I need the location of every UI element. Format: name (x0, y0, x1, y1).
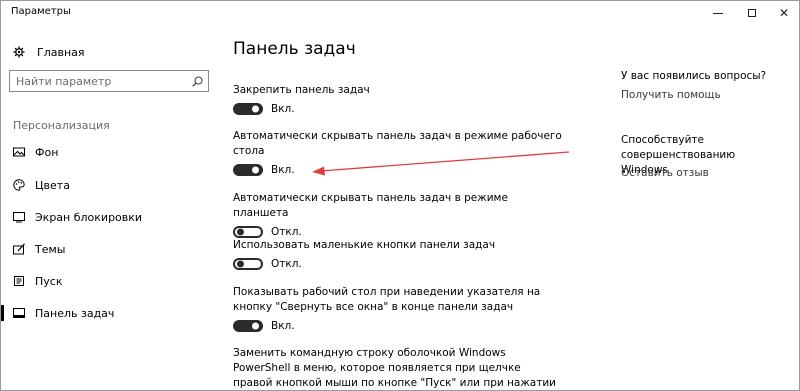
sidebar-item-label: Экран блокировки (35, 210, 143, 224)
title-bar: Параметры ✕ (1, 1, 799, 25)
window-title: Параметры (11, 6, 71, 17)
small-buttons-toggle[interactable] (233, 258, 263, 270)
close-icon: ✕ (778, 6, 790, 20)
setting-powershell: Заменить командную строку оболочкой Wind… (233, 346, 563, 390)
main-content: Панель задач Закрепить панель задач Вкл.… (233, 25, 593, 390)
sidebar-item-lock-screen[interactable]: Экран блокировки (13, 206, 142, 228)
taskbar-icon (13, 308, 25, 318)
setting-lock-taskbar: Закрепить панель задач Вкл. (233, 83, 563, 115)
setting-label: Автоматически скрывать панель задач в ре… (233, 192, 508, 219)
gear-icon (13, 46, 25, 58)
setting-peek-desktop: Показывать рабочий стол при наведении ук… (233, 285, 563, 332)
get-help-link[interactable]: Получить помощь (621, 89, 721, 101)
lock-taskbar-toggle[interactable] (233, 103, 263, 115)
sidebar: Главная Найти параметр Персонализация Фо… (1, 25, 221, 390)
sidebar-item-background[interactable]: Фон (13, 141, 58, 163)
maximize-icon (748, 9, 756, 17)
sidebar-item-start[interactable]: Пуск (13, 270, 62, 292)
settings-window: Параметры ✕ Главная Найти параметр Персо… (0, 0, 800, 391)
toggle-state: Откл. (271, 258, 302, 270)
autohide-tablet-toggle[interactable] (233, 226, 263, 238)
toggle-state: Откл. (271, 226, 302, 238)
sidebar-item-label: Темы (35, 242, 66, 256)
close-button[interactable]: ✕ (767, 1, 799, 25)
palette-icon (13, 179, 25, 191)
questions-heading: У вас появились вопросы? (621, 70, 767, 82)
setting-label: Показывать рабочий стол при наведении ук… (233, 286, 541, 313)
lock-screen-icon (13, 212, 25, 223)
start-icon (14, 276, 24, 286)
setting-label: Закрепить панель задач (233, 84, 370, 96)
sidebar-item-label: Цвета (35, 178, 70, 192)
search-placeholder: Найти параметр (16, 74, 112, 88)
sidebar-item-taskbar[interactable]: Панель задач (1, 302, 115, 324)
picture-icon (13, 147, 25, 157)
sidebar-item-label: Фон (35, 145, 59, 159)
minimize-icon (713, 12, 723, 14)
autohide-desktop-toggle[interactable] (233, 164, 263, 176)
minimize-button[interactable] (701, 1, 735, 25)
setting-autohide-tablet: Автоматически скрывать панель задач в ре… (233, 191, 563, 238)
feedback-link[interactable]: Оставить отзыв (621, 167, 709, 179)
search-button[interactable] (186, 71, 208, 91)
page-title: Панель задач (233, 39, 356, 59)
sidebar-item-colors[interactable]: Цвета (13, 174, 70, 196)
setting-label: Использовать маленькие кнопки панели зад… (233, 239, 496, 251)
search-icon (191, 75, 203, 87)
peek-desktop-toggle[interactable] (233, 320, 263, 332)
toggle-state: Вкл. (271, 320, 295, 332)
brush-icon (13, 243, 25, 255)
setting-label: Автоматически скрывать панель задач в ре… (233, 130, 562, 157)
toggle-state: Вкл. (271, 103, 295, 115)
setting-label: Заменить командную строку оболочкой Wind… (233, 347, 556, 389)
nav-home-label: Главная (37, 45, 85, 59)
section-label: Персонализация (13, 119, 110, 132)
sidebar-item-themes[interactable]: Темы (13, 238, 65, 260)
sidebar-item-label: Пуск (35, 274, 63, 288)
maximize-button[interactable] (735, 1, 769, 25)
sidebar-item-label: Панель задач (35, 306, 115, 320)
setting-autohide-desktop: Автоматически скрывать панель задач в ре… (233, 129, 563, 176)
nav-home[interactable]: Главная (13, 41, 85, 63)
toggle-state: Вкл. (271, 164, 295, 176)
setting-small-buttons: Использовать маленькие кнопки панели зад… (233, 238, 563, 270)
search-input[interactable]: Найти параметр (9, 70, 209, 92)
